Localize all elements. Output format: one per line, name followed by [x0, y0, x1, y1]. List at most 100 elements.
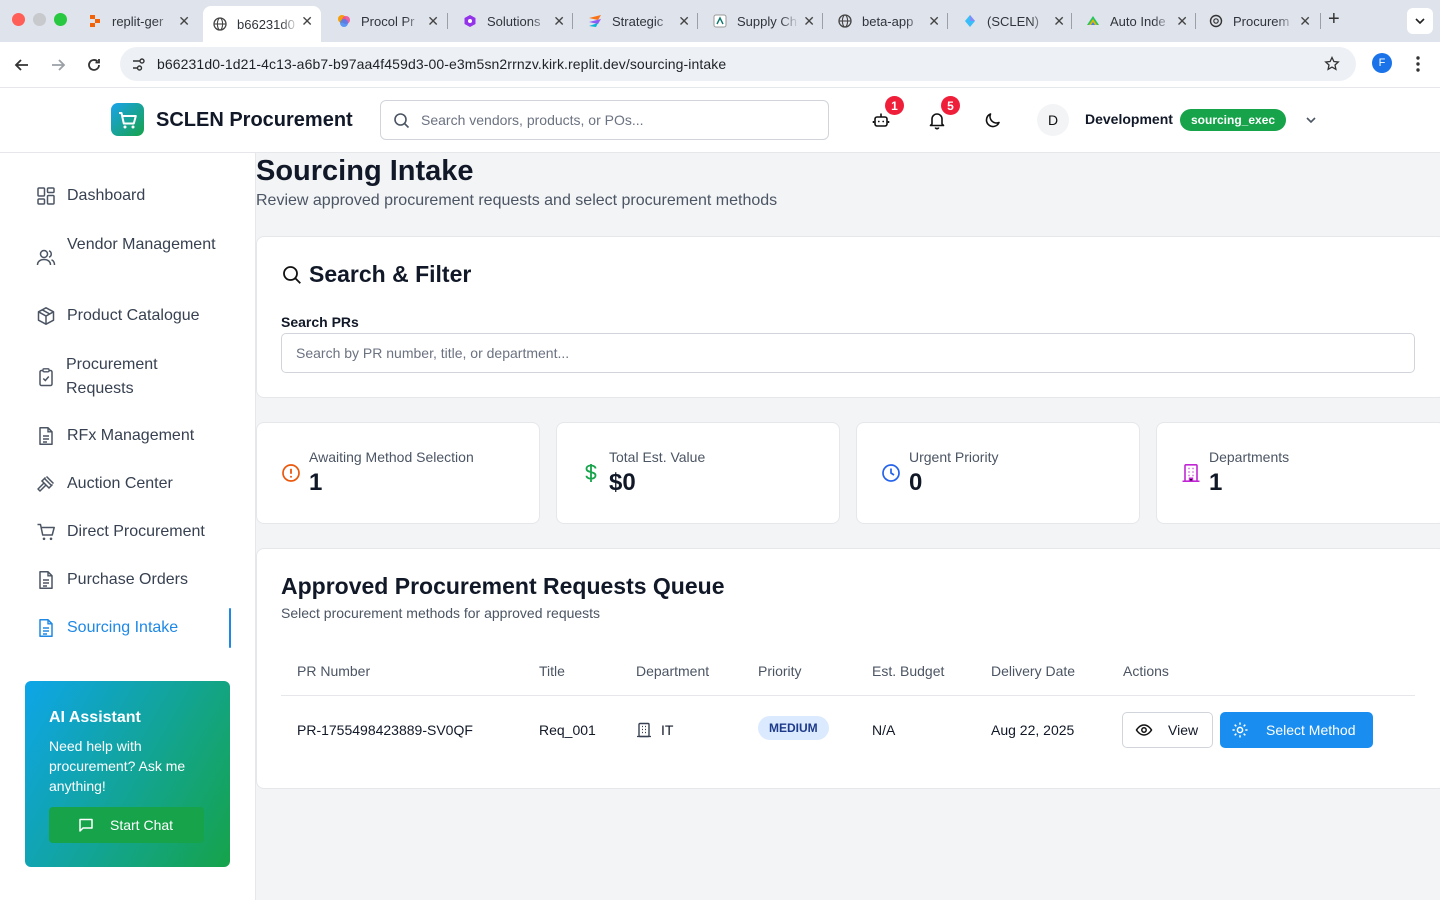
view-button[interactable]: View: [1122, 712, 1213, 748]
sidebar-item-direct-procurement[interactable]: Direct Procurement: [24, 519, 231, 545]
search-filter-title: Search & Filter: [309, 261, 472, 287]
site-settings-icon[interactable]: [131, 57, 146, 72]
browser-tab[interactable]: Procol Pr ✕: [327, 6, 447, 36]
browser-tab[interactable]: Strategic ✕: [578, 6, 698, 36]
file-text-icon: [39, 427, 53, 445]
brand-logo[interactable]: [111, 103, 144, 136]
browser-tab[interactable]: (SCLEN) ✕: [953, 6, 1073, 36]
view-button-label: View: [1168, 722, 1199, 738]
column-header[interactable]: Priority: [758, 663, 802, 679]
global-search[interactable]: [380, 100, 829, 140]
sidebar-item-dashboard[interactable]: Dashboard: [24, 183, 231, 209]
new-tab-icon[interactable]: +: [1328, 8, 1340, 31]
moon-icon[interactable]: [983, 110, 1003, 130]
clock-icon: [882, 464, 900, 482]
back-arrow-icon[interactable]: [11, 54, 33, 76]
close-tab-icon[interactable]: ✕: [553, 13, 565, 30]
browser-tab[interactable]: Supply Ch ✕: [703, 6, 823, 36]
stat-card-awaiting: Awaiting Method Selection 1: [256, 422, 540, 524]
sidebar-item-label: Sourcing Intake: [67, 619, 179, 636]
role-badge: sourcing_exec: [1180, 109, 1287, 131]
pr-number-cell: PR-1755498423889-SV0QF: [297, 722, 473, 738]
search-filter-card: Search & Filter Search PRs: [256, 236, 1440, 398]
clipboard-check-icon: [39, 368, 53, 387]
search-prs-input[interactable]: [281, 333, 1415, 373]
strategic-icon: [589, 15, 601, 27]
column-header[interactable]: Department: [636, 663, 709, 679]
sidebar-item-procurement-requests[interactable]: Procurement Requests: [24, 352, 231, 402]
building-icon: [637, 722, 651, 738]
supply-chain-icon: [713, 14, 727, 28]
openai-icon: [1209, 14, 1223, 28]
tab-title: Solutions: [487, 13, 541, 29]
column-header[interactable]: Est. Budget: [872, 663, 944, 679]
sidebar: Dashboard Vendor Management Product Cata…: [0, 153, 256, 900]
close-tab-icon[interactable]: ✕: [427, 13, 439, 30]
stat-value: 0: [909, 469, 923, 496]
reload-icon[interactable]: [83, 54, 105, 76]
browser-tab[interactable]: Procurem ✕: [1199, 6, 1319, 36]
global-search-input[interactable]: [421, 101, 821, 139]
sidebar-item-sourcing-intake[interactable]: Sourcing Intake: [24, 608, 231, 648]
robot-notification-badge: 1: [885, 96, 904, 115]
maximize-window-button[interactable]: [54, 13, 67, 26]
column-header[interactable]: Title: [539, 663, 565, 679]
start-chat-label: Start Chat: [110, 817, 174, 833]
auto-index-icon: [1087, 16, 1099, 25]
brand-name: SCLEN Procurement: [156, 109, 353, 131]
stat-label: Awaiting Method Selection: [309, 449, 474, 465]
close-tab-icon[interactable]: ✕: [301, 13, 313, 30]
tab-separator: [447, 13, 448, 29]
more-vert-icon[interactable]: [1412, 54, 1424, 74]
close-tab-icon[interactable]: ✕: [178, 13, 190, 30]
browser-tab[interactable]: beta-app ✕: [828, 6, 948, 36]
column-header[interactable]: Delivery Date: [991, 663, 1075, 679]
column-header[interactable]: PR Number: [297, 663, 370, 679]
close-tab-icon[interactable]: ✕: [928, 13, 940, 30]
bookmark-star-icon[interactable]: [1324, 56, 1340, 72]
browser-toolbar: b66231d0-1d21-4c13-a6b7-b97aa4f459d3-00-…: [0, 42, 1440, 88]
window-controls: [12, 13, 67, 26]
column-header[interactable]: Actions: [1123, 663, 1169, 679]
minimize-window-button[interactable]: [33, 13, 46, 26]
tab-separator: [697, 13, 698, 29]
forward-arrow-icon[interactable]: [47, 54, 69, 76]
tab-strip: replit-ger ✕ b66231d0 ✕ Procol Pr ✕ Solu…: [0, 0, 1440, 42]
sidebar-item-rfx-management[interactable]: RFx Management: [24, 423, 231, 449]
start-chat-button[interactable]: Start Chat: [49, 807, 204, 843]
sidebar-item-product-catalogue[interactable]: Product Catalogue: [24, 303, 231, 329]
page-subtitle: Review approved procurement requests and…: [256, 192, 778, 209]
tab-search-button[interactable]: [1407, 8, 1433, 34]
address-bar[interactable]: b66231d0-1d21-4c13-a6b7-b97aa4f459d3-00-…: [120, 47, 1356, 81]
browser-tab[interactable]: Solutions ✕: [453, 6, 573, 36]
chevron-down-icon[interactable]: [1304, 113, 1318, 127]
app-header: SCLEN Procurement 1 5 D Development sour…: [0, 88, 1440, 153]
file-text-icon: [39, 619, 53, 637]
sidebar-item-purchase-orders[interactable]: Purchase Orders: [24, 567, 231, 593]
sidebar-item-vendor-management[interactable]: Vendor Management: [24, 232, 231, 282]
sidebar-item-auction-center[interactable]: Auction Center: [24, 471, 231, 497]
page-title: Sourcing Intake: [256, 155, 474, 187]
priority-badge: MEDIUM: [758, 716, 829, 740]
sidebar-item-label: Vendor Management: [67, 236, 216, 253]
department-cell: IT: [661, 722, 674, 738]
close-tab-icon[interactable]: ✕: [1176, 13, 1188, 30]
tab-title: Procurem: [1233, 13, 1290, 29]
browser-tab-active[interactable]: b66231d0 ✕: [203, 6, 321, 42]
browser-tab[interactable]: replit-ger ✕: [78, 6, 198, 36]
replit-icon: [90, 15, 100, 27]
globe-icon: [213, 17, 227, 31]
notification-badge: 5: [941, 96, 960, 115]
close-tab-icon[interactable]: ✕: [803, 13, 815, 30]
profile-avatar[interactable]: F: [1372, 53, 1392, 73]
close-tab-icon[interactable]: ✕: [1053, 13, 1065, 30]
select-method-button[interactable]: Select Method: [1220, 712, 1373, 748]
delivery-date-cell: Aug 22, 2025: [991, 722, 1075, 738]
close-tab-icon[interactable]: ✕: [678, 13, 690, 30]
close-tab-icon[interactable]: ✕: [1299, 13, 1311, 30]
close-window-button[interactable]: [12, 13, 25, 26]
stat-value: 1: [309, 469, 323, 496]
browser-tab[interactable]: Auto Inde ✕: [1076, 6, 1196, 36]
url-text: b66231d0-1d21-4c13-a6b7-b97aa4f459d3-00-…: [157, 56, 727, 72]
user-avatar[interactable]: D: [1037, 104, 1069, 136]
